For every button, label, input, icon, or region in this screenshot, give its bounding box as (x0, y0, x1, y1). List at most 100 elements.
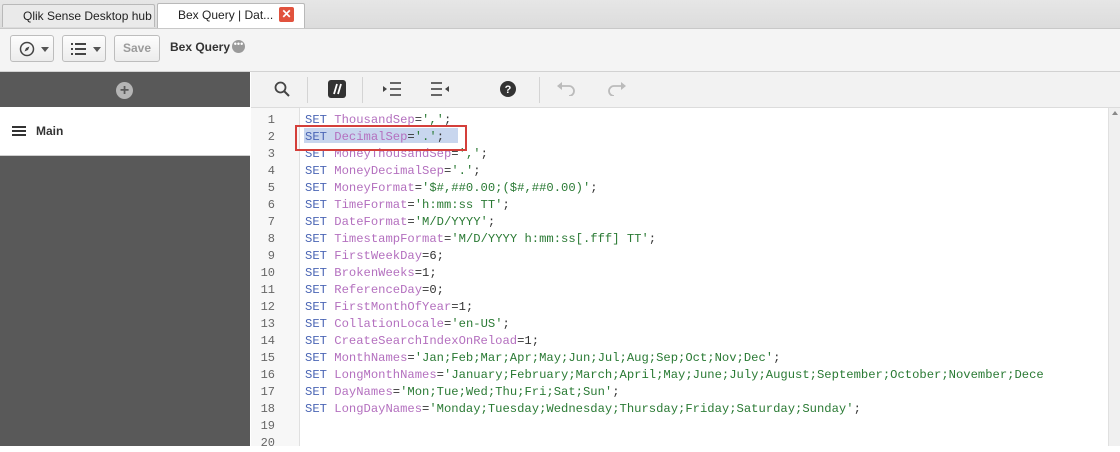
tab-hub[interactable]: Qlik Sense Desktop hub (2, 4, 155, 27)
add-section-icon[interactable]: + (116, 82, 133, 99)
code-variable: MoneyDecimalSep (334, 164, 444, 178)
tab-bex-query-label: Bex Query | Dat... (178, 8, 274, 22)
line-number-gutter: 1 2 3 4 5 6 7 8 9 10 11 12 13 14 15 16 17 18 19 20 (251, 108, 300, 450)
line-number: 8 (267, 232, 275, 246)
line-number: 12 (260, 300, 275, 314)
code-punctuation: = (414, 181, 423, 195)
code-punctuation: = (392, 385, 401, 399)
code-punctuation: =1; (414, 266, 437, 280)
list-icon (71, 43, 86, 55)
code-string: 'Jan;Feb;Mar;Apr;May;Jun;Jul;Aug;Sep;Oct… (414, 351, 774, 365)
line-number: 6 (267, 198, 275, 212)
code-string: '.' (451, 164, 474, 178)
line-number: 19 (260, 419, 275, 433)
compass-icon (19, 41, 35, 57)
code-line: SET LongDayNames='Monday;Tuesday;Wednesd… (305, 401, 861, 418)
code-punctuation: ; (502, 198, 510, 212)
code-variable: ReferenceDay (334, 283, 423, 297)
code-variable: MoneyFormat (334, 181, 415, 195)
undo-icon[interactable] (553, 78, 579, 100)
code-keyword: SET (305, 198, 335, 212)
code-keyword: SET (305, 164, 335, 178)
line-number: 7 (267, 215, 275, 229)
line-number: 13 (260, 317, 275, 331)
code-line: SET DayNames='Mon;Tue;Wed;Thu;Fri;Sat;Su… (305, 384, 620, 401)
code-string: 'January;February;March;April;May;June;J… (444, 368, 1044, 382)
code-keyword: SET (305, 317, 335, 331)
code-keyword: SET (305, 334, 335, 348)
chevron-down-icon (41, 47, 49, 52)
chevron-down-icon (93, 47, 101, 52)
indent-icon[interactable] (379, 78, 405, 100)
code-variable: MonthNames (334, 351, 408, 365)
code-punctuation: ; (612, 385, 620, 399)
code-punctuation: ; (853, 402, 861, 416)
line-number: 4 (267, 164, 275, 178)
toolbar-divider (362, 77, 363, 103)
code-line: SET MonthNames='Jan;Feb;Mar;Apr;May;Jun;… (305, 350, 780, 367)
section-label: Main (36, 124, 64, 138)
code-string: 'M/D/YYYY h:mm:ss[.fff] TT' (451, 232, 649, 246)
line-number: 16 (260, 368, 275, 382)
code-variable: CollationLocale (334, 317, 444, 331)
code-string: 'Mon;Tue;Wed;Thu;Fri;Sat;Sun' (400, 385, 613, 399)
list-menu-button[interactable] (62, 35, 106, 62)
sections-panel: + Main (0, 72, 250, 446)
code-line: SET CreateSearchIndexOnReload=1; (305, 333, 539, 350)
code-string: 'Monday;Tuesday;Wednesday;Thursday;Frida… (429, 402, 854, 416)
code-keyword: SET (305, 249, 335, 263)
code-line: SET FirstMonthOfYear=1; (305, 299, 473, 316)
annotation-highlight-box (295, 125, 467, 151)
code-string: 'M/D/YYYY' (414, 215, 488, 229)
script-editor[interactable]: SET ThousandSep=','; SET DecimalSep='.'; S… (300, 108, 1108, 446)
line-number: 17 (260, 385, 275, 399)
line-number: 3 (267, 147, 275, 161)
help-icon[interactable]: ? (495, 78, 521, 100)
code-variable: DayNames (334, 385, 393, 399)
code-punctuation: = (407, 351, 415, 365)
code-string: 'en-US' (451, 317, 503, 331)
outdent-icon[interactable] (427, 78, 453, 100)
code-keyword: SET (305, 215, 335, 229)
code-string: 'h:mm:ss TT' (414, 198, 503, 212)
more-options-icon[interactable]: ••• (232, 40, 245, 53)
code-keyword: SET (305, 283, 335, 297)
code-variable: LongDayNames (334, 402, 423, 416)
line-number: 10 (260, 266, 275, 280)
code-line: SET BrokenWeeks=1; (305, 265, 437, 282)
code-line: SET MoneyDecimalSep='.'; (305, 163, 481, 180)
code-punctuation: ; (773, 351, 781, 365)
comment-icon[interactable] (324, 78, 350, 100)
editor-toolbar: ? (251, 72, 1120, 108)
redo-icon[interactable] (604, 78, 630, 100)
line-number: 2 (267, 130, 275, 144)
hamburger-icon[interactable] (12, 126, 26, 136)
section-item-main[interactable]: Main (0, 107, 250, 156)
code-variable: LongMonthNames (334, 368, 437, 382)
code-punctuation: = (436, 368, 444, 382)
save-button[interactable]: Save (114, 35, 160, 62)
code-keyword: SET (305, 385, 335, 399)
line-number: 18 (260, 402, 275, 416)
code-keyword: SET (305, 351, 335, 365)
code-line: SET DateFormat='M/D/YYYY'; (305, 214, 495, 231)
vertical-scrollbar[interactable] (1108, 108, 1120, 446)
browser-tab-bar: Qlik Sense Desktop hub Bex Query | Dat..… (0, 0, 1120, 29)
code-keyword: SET (305, 300, 335, 314)
close-tab-icon[interactable]: ✕ (279, 7, 294, 22)
code-variable: TimestampFormat (334, 232, 444, 246)
code-variable: FirstMonthOfYear (334, 300, 452, 314)
code-keyword: SET (305, 266, 335, 280)
code-punctuation: = (407, 198, 415, 212)
code-variable: CreateSearchIndexOnReload (334, 334, 518, 348)
code-punctuation: ; (487, 215, 496, 229)
toolbar-divider (307, 77, 308, 103)
scroll-up-arrow-icon[interactable] (1112, 111, 1118, 115)
code-keyword: SET (305, 232, 335, 246)
line-number: 20 (260, 436, 275, 450)
code-string: '$#,##0.00;($#,##0.00)' (422, 181, 591, 195)
search-icon[interactable] (269, 78, 295, 100)
toolbar-divider (539, 77, 540, 103)
navigation-button[interactable] (10, 35, 54, 62)
code-line: SET CollationLocale='en-US'; (305, 316, 510, 333)
